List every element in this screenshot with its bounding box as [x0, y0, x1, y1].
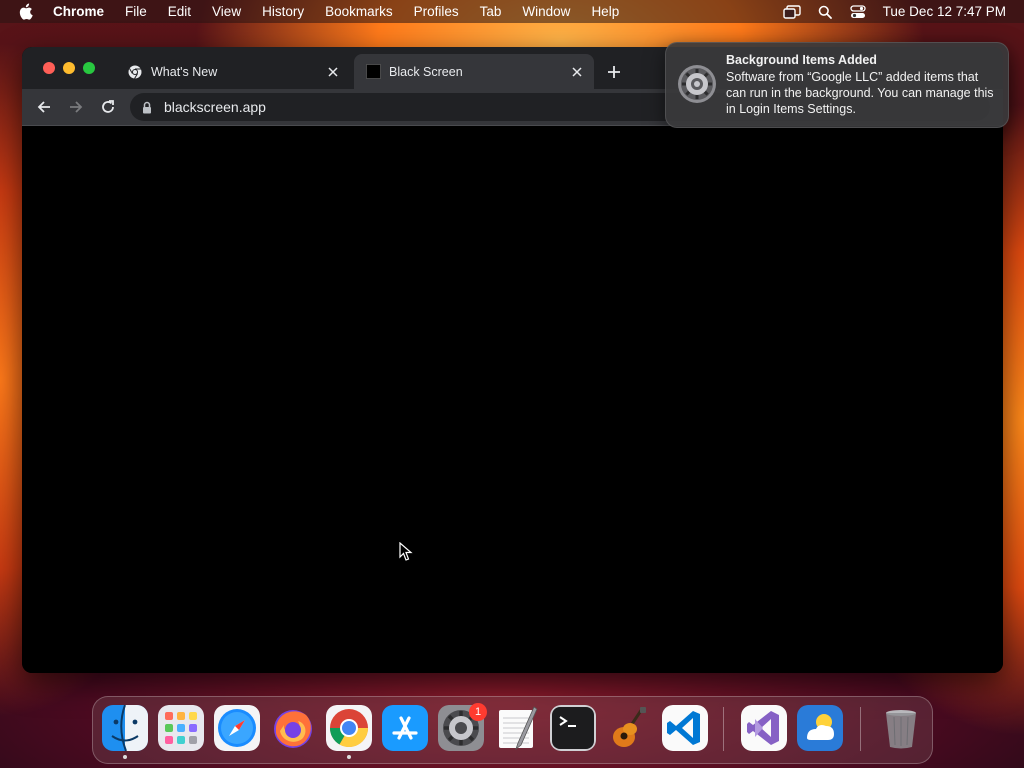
page-content[interactable] — [22, 126, 1003, 673]
control-center-icon[interactable] — [849, 4, 867, 20]
menu-help[interactable]: Help — [591, 4, 619, 19]
apple-menu-icon[interactable] — [18, 3, 36, 21]
safari-icon[interactable] — [214, 705, 260, 751]
dock: 1 — [92, 696, 933, 764]
mouse-cursor-icon — [399, 542, 413, 561]
reload-icon[interactable] — [100, 99, 116, 115]
close-tab-icon[interactable] — [325, 64, 341, 80]
menu-window[interactable]: Window — [522, 4, 570, 19]
new-tab-icon[interactable] — [606, 64, 622, 80]
screen-mirroring-icon[interactable] — [782, 4, 801, 20]
app-store-icon[interactable] — [382, 705, 428, 751]
launchpad-icon[interactable] — [158, 705, 204, 751]
textedit-icon[interactable] — [494, 705, 540, 751]
chrome-icon[interactable] — [326, 705, 372, 751]
finder-icon[interactable] — [102, 705, 148, 751]
dock-separator — [723, 707, 724, 751]
menu-edit[interactable]: Edit — [168, 4, 191, 19]
menu-bar: Chrome File Edit View History Bookmarks … — [0, 0, 1024, 23]
tab-black-screen[interactable]: Black Screen — [354, 54, 594, 89]
close-tab-icon[interactable] — [569, 64, 585, 80]
chrome-window: What's New Black Screen blackscreen.app — [22, 47, 1003, 673]
menu-app-name[interactable]: Chrome — [53, 4, 104, 19]
spotlight-search-icon[interactable] — [816, 4, 834, 20]
fullscreen-window-button[interactable] — [83, 62, 95, 74]
menu-bookmarks[interactable]: Bookmarks — [325, 4, 393, 19]
url-text[interactable]: blackscreen.app — [164, 99, 266, 115]
black-square-icon — [365, 64, 381, 80]
terminal-icon[interactable] — [550, 705, 596, 751]
trash-icon[interactable] — [878, 705, 924, 751]
menu-tab[interactable]: Tab — [480, 4, 502, 19]
back-arrow-icon[interactable] — [36, 99, 52, 115]
firefox-icon[interactable] — [270, 705, 316, 751]
chrome-icon — [127, 64, 143, 80]
notification-title: Background Items Added — [726, 53, 877, 67]
menu-history[interactable]: History — [262, 4, 304, 19]
menu-view[interactable]: View — [212, 4, 241, 19]
background-items-notification[interactable]: Background Items Added Software from “Go… — [665, 42, 1009, 128]
menu-file[interactable]: File — [125, 4, 147, 19]
visual-studio-icon[interactable] — [741, 705, 787, 751]
notification-badge: 1 — [469, 703, 487, 721]
weather-icon[interactable] — [797, 705, 843, 751]
notification-body: Software from “Google LLC” added items t… — [726, 70, 994, 116]
lock-icon[interactable] — [142, 100, 154, 114]
tab-label: Black Screen — [389, 64, 463, 79]
tab-label: What's New — [151, 64, 218, 79]
menu-bar-clock[interactable]: Tue Dec 12 7:47 PM — [883, 4, 1006, 19]
dock-separator — [860, 707, 861, 751]
forward-arrow-icon[interactable] — [68, 99, 84, 115]
minimize-window-button[interactable] — [63, 62, 75, 74]
tab-whats-new[interactable]: What's New — [116, 54, 350, 89]
garageband-icon[interactable] — [606, 705, 652, 751]
running-indicator — [123, 755, 127, 759]
running-indicator — [347, 755, 351, 759]
gear-icon — [678, 65, 716, 103]
vscode-icon[interactable] — [662, 705, 708, 751]
close-window-button[interactable] — [43, 62, 55, 74]
menu-profiles[interactable]: Profiles — [414, 4, 459, 19]
